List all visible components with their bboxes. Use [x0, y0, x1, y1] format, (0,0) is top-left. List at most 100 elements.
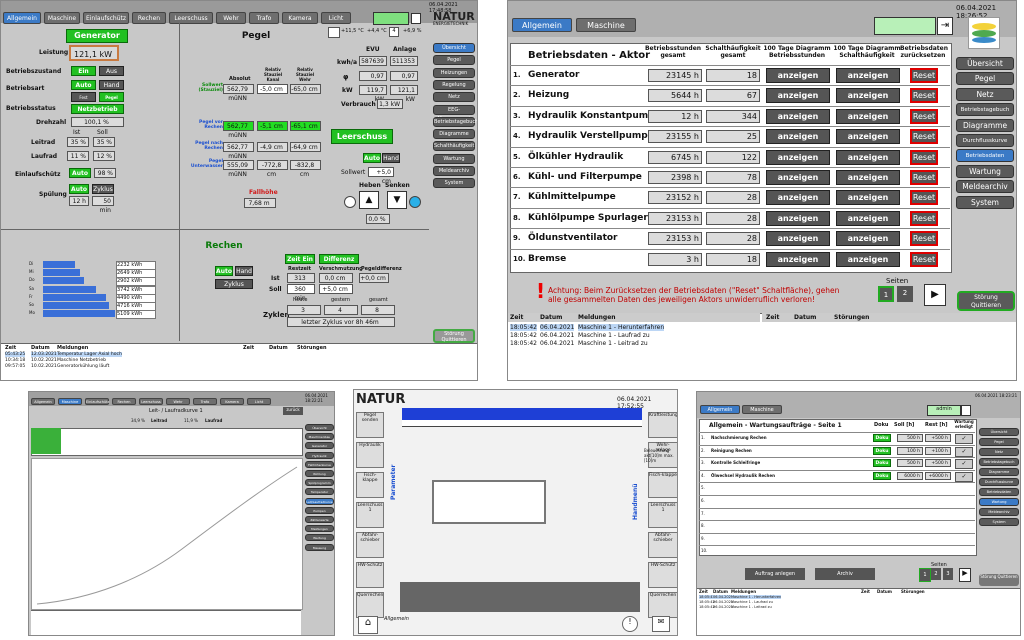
- reset-button[interactable]: Reset: [910, 108, 938, 124]
- tab-3[interactable]: Rechen: [112, 398, 136, 405]
- zeit-ein-button[interactable]: Zeit Ein: [285, 254, 315, 264]
- page-2-button[interactable]: 2: [897, 286, 913, 302]
- sidebar-item-8[interactable]: Leit/Laufradkurve: [305, 497, 334, 505]
- reset-button[interactable]: Reset: [910, 190, 938, 206]
- tab-0[interactable]: Allgemein: [3, 12, 41, 24]
- tab-8[interactable]: Licht: [321, 12, 351, 24]
- leerschuss-sollwert[interactable]: +5,0 cm: [368, 167, 394, 185]
- sidebar-item-2[interactable]: Netz: [956, 87, 1014, 101]
- reset-button[interactable]: Reset: [910, 88, 938, 104]
- check-icon[interactable]: ✓: [955, 434, 973, 444]
- tab-1[interactable]: Maschine: [58, 398, 82, 405]
- tab-4[interactable]: Leerschuss: [169, 12, 213, 24]
- left-menu-6[interactable]: Querrechen: [356, 592, 384, 618]
- rechen-soll-restzeit[interactable]: 360 min: [287, 284, 315, 302]
- sidebar-item-2[interactable]: Heizungen: [433, 67, 475, 78]
- rechen-zyklus-button[interactable]: Zyklus: [215, 279, 253, 289]
- sidebar-item-3[interactable]: Betriebstagebuch: [956, 103, 1014, 117]
- sidebar-item-0[interactable]: Übersicht: [305, 424, 334, 431]
- auftrag-anlegen-button[interactable]: Auftrag anlegen: [745, 568, 805, 580]
- sidebar-item-10[interactable]: Meldearchiv: [433, 166, 475, 176]
- heben-arrow-icon[interactable]: ▲: [359, 191, 379, 209]
- left-menu-0[interactable]: Pegel senden: [356, 412, 384, 438]
- reset-button[interactable]: Reset: [910, 231, 938, 247]
- spuelung-zyklus-button[interactable]: Zyklus: [92, 184, 114, 194]
- anzeigen-stunden-button[interactable]: anzeigen: [766, 108, 830, 124]
- right-menu-0[interactable]: Kraftleistung: [648, 412, 677, 438]
- anzeigen-schalt-button[interactable]: anzeigen: [836, 210, 900, 226]
- tab-8[interactable]: Licht: [247, 398, 271, 405]
- reset-button[interactable]: Reset: [910, 129, 938, 145]
- tab-maschine[interactable]: Maschine: [576, 18, 636, 32]
- sidebar-item-8[interactable]: Schalthäufigkeit: [433, 141, 475, 152]
- einlauf-auto-button[interactable]: Auto: [69, 168, 91, 178]
- reset-button[interactable]: Reset: [910, 170, 938, 185]
- differenz-ein-button[interactable]: Differenz Ein: [319, 254, 359, 272]
- anzeigen-schalt-button[interactable]: anzeigen: [836, 108, 900, 124]
- auto-button[interactable]: Auto: [71, 80, 96, 90]
- tab-6[interactable]: Trafo: [193, 398, 217, 405]
- right-menu-3[interactable]: Leerschuss 1: [648, 502, 677, 528]
- tab-2[interactable]: Einlaufschütz: [83, 12, 129, 24]
- right-menu-2[interactable]: Fisch-klappe: [648, 472, 677, 498]
- sidebar-item-11[interactable]: System: [433, 178, 475, 189]
- sidebar-item-0[interactable]: Übersicht: [979, 428, 1019, 436]
- tab-1[interactable]: Maschine: [44, 12, 80, 24]
- sidebar-item-3[interactable]: Regelung: [433, 79, 475, 90]
- sidebar-item-4[interactable]: Diagramme: [979, 468, 1019, 476]
- doku-button[interactable]: Doku: [873, 471, 891, 480]
- check-icon[interactable]: ✓: [955, 459, 973, 470]
- anzeigen-stunden-button[interactable]: anzeigen: [766, 231, 830, 247]
- sidebar-item-9[interactable]: System: [956, 195, 1014, 209]
- rechen-soll-verschmutzung[interactable]: +5,0 cm: [319, 284, 353, 294]
- tab-3[interactable]: Rechen: [132, 12, 166, 24]
- sidebar-item-6[interactable]: Spülprogramm: [305, 479, 334, 487]
- sidebar-item-7[interactable]: Wartung: [979, 498, 1019, 506]
- left-menu-4[interactable]: Abfahr-schieber: [356, 532, 384, 558]
- tab-allgemein[interactable]: Allgemein: [512, 18, 572, 32]
- sidebar-item-0[interactable]: Übersicht: [433, 43, 475, 53]
- tab-7[interactable]: Kamera: [282, 12, 318, 24]
- anzeigen-schalt-button[interactable]: anzeigen: [836, 129, 900, 145]
- next-page-icon[interactable]: ▶: [959, 568, 971, 582]
- mail-icon[interactable]: ✉: [652, 616, 670, 632]
- stoerung-quittieren-button[interactable]: Störung Quittieren: [979, 574, 1019, 586]
- home-icon[interactable]: ⌂: [358, 616, 378, 634]
- sidebar-item-4[interactable]: Fallhöhenkurve: [305, 460, 334, 468]
- sidebar-item-1[interactable]: Maschinenbau: [305, 433, 334, 441]
- anzeigen-schalt-button[interactable]: anzeigen: [836, 170, 900, 185]
- tab-5[interactable]: Wehr: [216, 12, 246, 24]
- sidebar-item-5[interactable]: Durchflusskurve: [979, 478, 1019, 486]
- right-menu-6[interactable]: Querrechen: [648, 592, 677, 618]
- page-2-button[interactable]: 2: [931, 568, 941, 580]
- archiv-button[interactable]: Archiv: [815, 568, 875, 580]
- anzeigen-stunden-button[interactable]: anzeigen: [766, 149, 830, 165]
- left-menu-5[interactable]: HW-Schütz: [356, 562, 384, 588]
- anzeigen-schalt-button[interactable]: anzeigen: [836, 68, 900, 83]
- reset-button[interactable]: Reset: [910, 251, 938, 267]
- anzeigen-stunden-button[interactable]: anzeigen: [766, 251, 830, 267]
- anzeigen-stunden-button[interactable]: anzeigen: [766, 88, 830, 104]
- sidebar-item-9[interactable]: Pumpen: [305, 506, 334, 514]
- sidebar-item-12[interactable]: Wartung: [305, 534, 334, 542]
- next-page-icon[interactable]: ▶: [924, 284, 946, 306]
- sidebar-item-3[interactable]: Hydraulik: [305, 451, 334, 459]
- sidebar-item-8[interactable]: Meldearchiv: [956, 180, 1014, 194]
- sidebar-item-1[interactable]: Pegel: [956, 72, 1014, 86]
- tab-allgemein[interactable]: Allgemein: [700, 405, 740, 414]
- tab-7[interactable]: Kamera: [220, 398, 244, 405]
- sidebar-item-4[interactable]: Netz: [433, 92, 475, 103]
- exit-icon[interactable]: [961, 405, 971, 416]
- sidebar-item-6[interactable]: Betriebsdaten: [979, 488, 1019, 496]
- left-menu-1[interactable]: Hydraulik: [356, 442, 384, 468]
- tab-5[interactable]: Wehr: [166, 398, 190, 405]
- right-menu-4[interactable]: Abfahr-schieber: [648, 532, 677, 558]
- anzeigen-stunden-button[interactable]: anzeigen: [766, 170, 830, 185]
- sidebar-item-9[interactable]: Wartung: [433, 153, 475, 164]
- sidebar-item-8[interactable]: Meldearchiv: [979, 508, 1019, 516]
- anzeigen-schalt-button[interactable]: anzeigen: [836, 231, 900, 247]
- sidebar-item-11[interactable]: Meldungen: [305, 525, 334, 533]
- reset-button[interactable]: Reset: [910, 149, 938, 165]
- doku-button[interactable]: Doku: [873, 446, 891, 455]
- zurueck-button[interactable]: zurück: [283, 407, 303, 415]
